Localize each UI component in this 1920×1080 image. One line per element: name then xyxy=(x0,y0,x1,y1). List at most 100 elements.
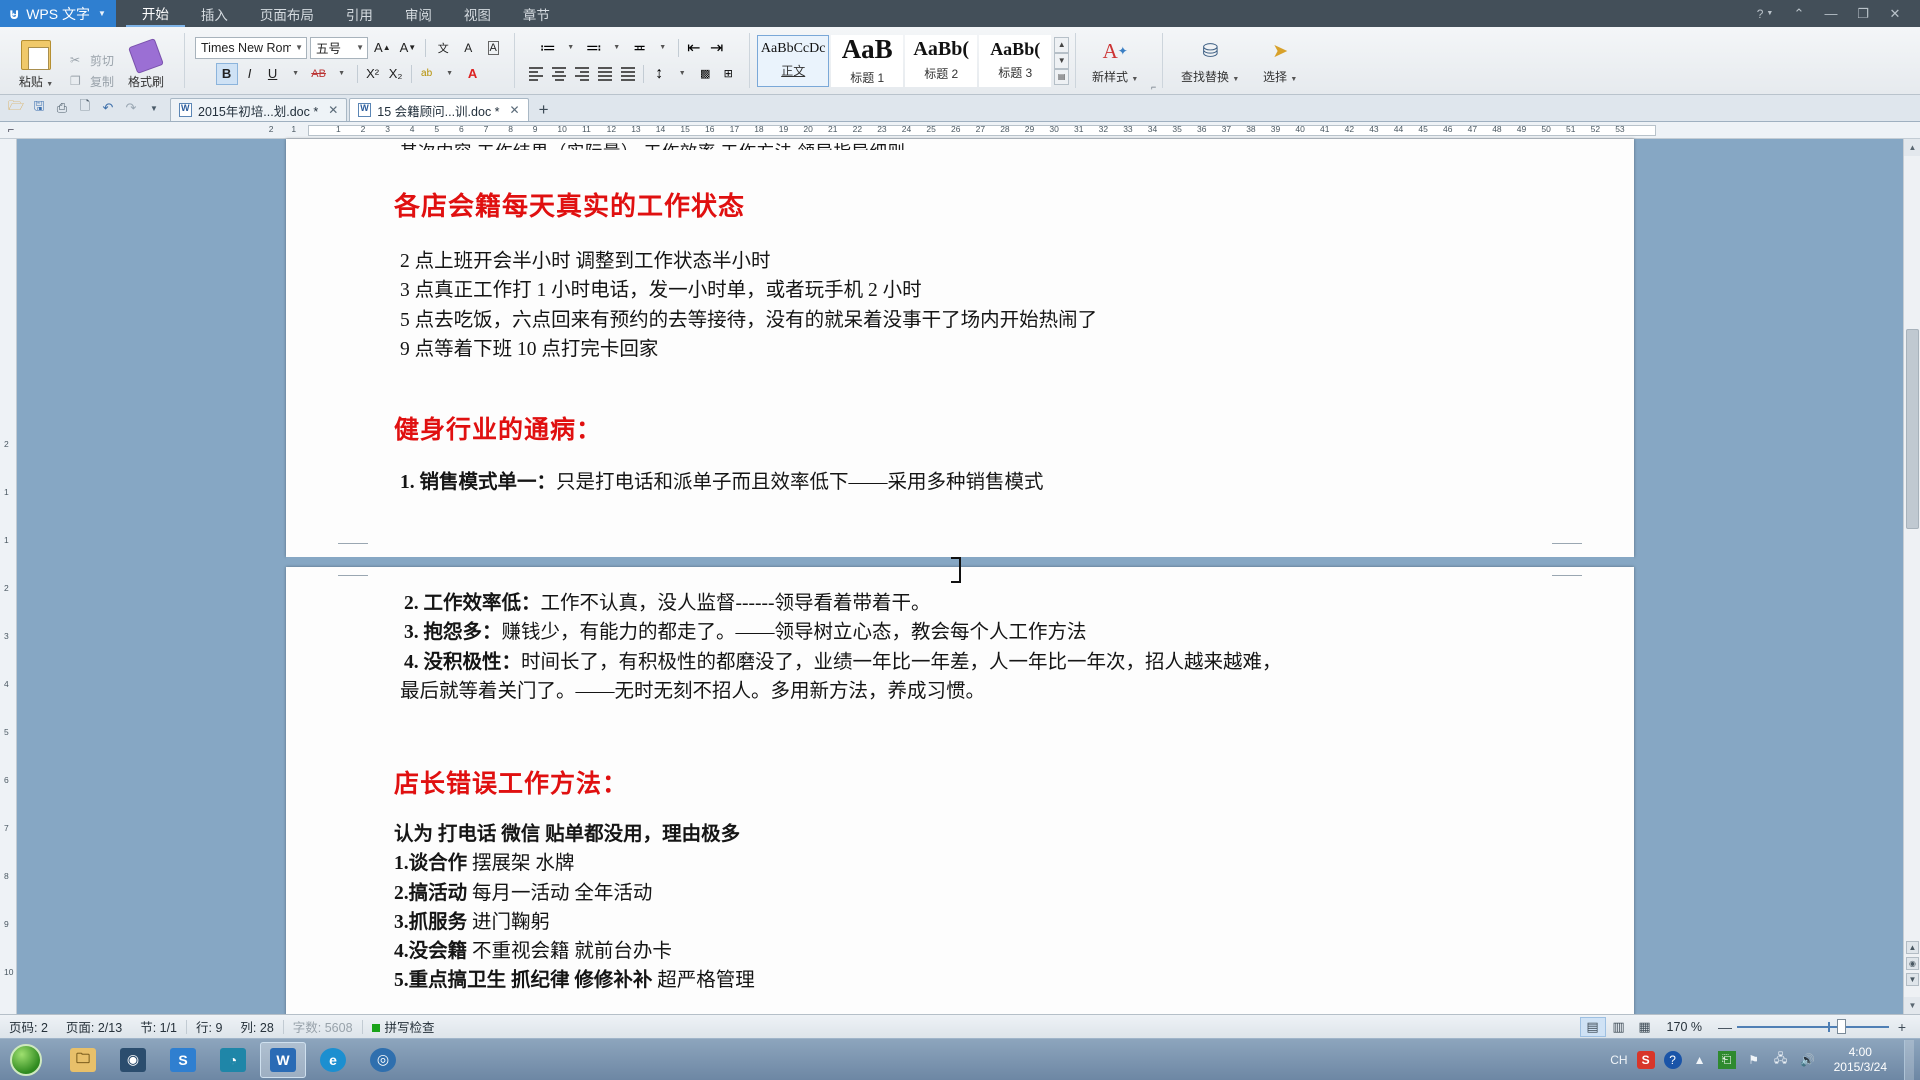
volume-icon[interactable]: 🔊 xyxy=(1799,1051,1817,1069)
scrollbar-thumb[interactable] xyxy=(1906,329,1919,529)
menu-item-chapter[interactable]: 章节 xyxy=(507,0,566,27)
print-icon[interactable]: ⎙ xyxy=(52,98,72,118)
superscript-button[interactable]: X² xyxy=(362,63,384,85)
chevron-down-icon[interactable]: ▼ xyxy=(1290,76,1297,83)
taskbar-item-folder[interactable]: 🗀 xyxy=(60,1042,106,1078)
bullets-button[interactable]: ≔ xyxy=(537,37,559,59)
scroll-up-icon[interactable]: ▲ xyxy=(1054,36,1070,53)
character-border-button[interactable]: A xyxy=(482,37,504,59)
document-page-2[interactable]: 2. 工作效率低：工作不认真，没人监督------领导看着带着干。 3. 抱怨多… xyxy=(286,567,1634,1080)
borders-button[interactable]: ⊞ xyxy=(717,63,739,85)
cut-button[interactable]: ✂ 剪切 xyxy=(70,52,114,69)
taskbar-item-app-teal[interactable]: ◔ xyxy=(210,1042,256,1078)
paste-button[interactable]: 粘贴 ▼ xyxy=(8,40,64,90)
taskbar-item-wps-writer[interactable]: W xyxy=(260,1041,306,1078)
minimize-icon[interactable]: — xyxy=(1816,2,1846,26)
chevron-down-icon[interactable]: ▼ xyxy=(652,37,674,59)
vertical-scrollbar[interactable]: ▲ ▲ ◉ ▼ ▼ xyxy=(1903,139,1920,1014)
ime-indicator[interactable]: CH xyxy=(1610,1053,1627,1067)
taskbar-item-browser[interactable]: e xyxy=(310,1042,356,1078)
zoom-slider[interactable] xyxy=(1737,1019,1889,1034)
collapse-ribbon-icon[interactable]: ⌃ xyxy=(1784,2,1814,26)
select-button[interactable]: ➤ 选择 ▼ xyxy=(1249,36,1311,85)
view-page-layout-button[interactable]: ▤ xyxy=(1579,1016,1606,1037)
status-section[interactable]: 节: 1/1 xyxy=(131,1017,186,1036)
status-page-number[interactable]: 页码: 2 xyxy=(0,1017,57,1036)
scroll-down-icon[interactable]: ▼ xyxy=(1054,52,1070,69)
strikethrough-button[interactable]: AB xyxy=(308,63,330,85)
open-icon[interactable]: 🗁 xyxy=(6,98,26,118)
print-preview-icon[interactable]: 🗋 xyxy=(75,98,95,118)
underline-button[interactable]: U xyxy=(262,63,284,85)
status-row[interactable]: 行: 9 xyxy=(187,1017,231,1036)
expand-gallery-icon[interactable]: ▤ xyxy=(1054,68,1070,85)
justify-button[interactable] xyxy=(594,63,616,85)
distribute-button[interactable] xyxy=(617,63,639,85)
scroll-up-icon[interactable]: ▲ xyxy=(1904,139,1920,156)
zoom-in-button[interactable]: + xyxy=(1896,1019,1908,1035)
menu-item-start[interactable]: 开始 xyxy=(125,0,185,27)
help-icon[interactable]: ? ▼ xyxy=(1748,2,1782,26)
show-desktop-button[interactable] xyxy=(1904,1039,1914,1080)
zoom-level-label[interactable]: 170 % xyxy=(1658,1020,1711,1034)
save-icon[interactable]: 🖫 xyxy=(29,98,49,118)
menu-item-insert[interactable]: 插入 xyxy=(185,0,244,27)
tab-stop-selector[interactable]: ⌐ xyxy=(0,122,22,139)
increase-indent-button[interactable]: ⇥ xyxy=(706,37,728,59)
format-painter-button[interactable]: 格式刷 xyxy=(118,38,174,90)
action-flag-icon[interactable]: ⚑ xyxy=(1745,1051,1763,1069)
font-color-button[interactable]: A xyxy=(462,63,484,85)
status-page-of-total[interactable]: 页面: 2/13 xyxy=(57,1017,131,1036)
zoom-slider-knob[interactable] xyxy=(1837,1019,1847,1034)
menu-item-references[interactable]: 引用 xyxy=(330,0,389,27)
status-spell-check[interactable]: 拼写检查 xyxy=(363,1017,444,1036)
chevron-down-icon[interactable]: ▼ xyxy=(1131,76,1138,83)
style-heading-2[interactable]: AaBb( 标题 2 xyxy=(905,34,978,87)
taskbar-clock[interactable]: 4:00 2015/3/24 xyxy=(1826,1045,1895,1075)
menu-item-page-layout[interactable]: 页面布局 xyxy=(244,0,330,27)
document-tab-2[interactable]: 15 会籍顾问...训.doc * ✕ xyxy=(349,98,529,121)
menu-item-view[interactable]: 视图 xyxy=(448,0,507,27)
text-highlight-button[interactable]: ab xyxy=(416,63,438,85)
network-icon[interactable]: 🖧 xyxy=(1772,1051,1790,1069)
font-size-combo[interactable]: 五号 ▼ xyxy=(310,36,369,59)
line-spacing-button[interactable]: ↕ xyxy=(648,63,670,85)
close-icon[interactable]: ✕ xyxy=(1880,2,1910,26)
align-center-button[interactable] xyxy=(548,63,570,85)
clear-formatting-button[interactable]: A xyxy=(457,37,479,59)
chevron-down-icon[interactable]: ▼ xyxy=(352,43,364,52)
shading-button[interactable]: ▩ xyxy=(694,63,716,85)
zoom-out-button[interactable]: — xyxy=(1718,1019,1732,1035)
page-2-body[interactable]: 2. 工作效率低：工作不认真，没人监督------领导看着带着干。 3. 抱怨多… xyxy=(286,567,1634,996)
subscript-button[interactable]: X₂ xyxy=(385,63,407,85)
close-tab-icon[interactable]: ✕ xyxy=(328,103,338,117)
status-column[interactable]: 列: 28 xyxy=(231,1017,282,1036)
chevron-down-icon[interactable]: ▼ xyxy=(671,63,693,85)
chevron-down-icon[interactable]: ▼ xyxy=(144,98,164,118)
decrease-indent-button[interactable]: ⇤ xyxy=(683,37,705,59)
new-style-button[interactable]: A ✦ 新样式 ▼ xyxy=(1084,36,1146,85)
chevron-down-icon[interactable]: ▼ xyxy=(606,37,628,59)
phonetic-guide-button[interactable]: 文 xyxy=(432,37,454,59)
chevron-down-icon[interactable]: ▼ xyxy=(285,63,307,85)
view-web-layout-button[interactable]: ▦ xyxy=(1632,1017,1658,1037)
style-heading-1[interactable]: AaB 标题 1 xyxy=(831,34,904,87)
scroll-down-icon[interactable]: ▼ xyxy=(1904,997,1920,1014)
new-tab-button[interactable]: + xyxy=(531,100,557,121)
find-replace-button[interactable]: ⛁ 查找替换 ▼ xyxy=(1171,36,1249,85)
close-tab-icon[interactable]: ✕ xyxy=(510,103,520,117)
chevron-down-icon[interactable]: ▼ xyxy=(291,43,303,52)
select-browse-object-icon[interactable]: ◉ xyxy=(1906,957,1919,970)
multilevel-list-button[interactable]: ≖ xyxy=(629,37,651,59)
wps-brand-button[interactable]: ⊌ WPS 文字 ▼ xyxy=(0,0,116,27)
font-name-combo[interactable]: Times New Roma ▼ xyxy=(195,36,308,59)
style-normal[interactable]: AaBbCcDc 正文 xyxy=(757,34,830,87)
numbering-button[interactable]: ≕ xyxy=(583,37,605,59)
document-page-1[interactable]: 其次内容 工作结果（实际量） 工作效率 工作方法 领导指导细则 各店会籍每天真实… xyxy=(286,139,1634,557)
sogou-ime-icon[interactable]: S xyxy=(1636,1050,1655,1069)
status-word-count[interactable]: 字数: 5608 xyxy=(284,1017,362,1036)
chevron-down-icon[interactable]: ▼ xyxy=(1232,76,1239,83)
undo-icon[interactable]: ↶ xyxy=(98,98,118,118)
restore-icon[interactable]: ❐ xyxy=(1848,2,1878,26)
help-blue-icon[interactable]: ? xyxy=(1663,1050,1682,1069)
